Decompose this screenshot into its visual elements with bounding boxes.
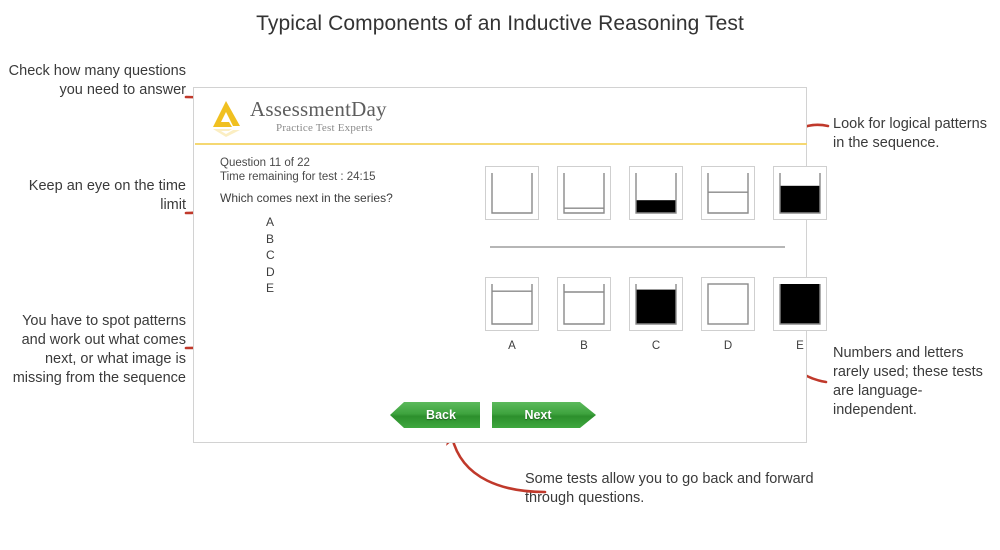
sequence-item	[629, 166, 683, 220]
option-letter[interactable]: A	[266, 214, 275, 231]
time-remaining: Time remaining for test : 24:15	[220, 171, 376, 183]
annotation-logical-patterns: Look for logical patterns in the sequenc…	[833, 116, 987, 151]
option-letter[interactable]: C	[266, 247, 275, 264]
sequence-item	[557, 166, 611, 220]
answer-label-e: E	[796, 340, 804, 352]
answer-label-d: D	[723, 340, 733, 352]
answer-option-c[interactable]: C	[629, 277, 683, 352]
question-meta: Question 11 of 22 Time remaining for tes…	[220, 156, 376, 184]
question-number: Question 11 of 22	[220, 157, 310, 169]
navigation-buttons: Back Next	[390, 402, 596, 428]
header-divider	[195, 143, 807, 145]
annotation-questions-count: Check how many questions you need to ans…	[8, 63, 186, 98]
back-button[interactable]: Back	[390, 402, 480, 428]
option-letter[interactable]: B	[266, 231, 275, 248]
answer-shape-c[interactable]	[629, 277, 683, 331]
section-divider	[490, 246, 785, 248]
answer-option-e[interactable]: E	[773, 277, 827, 352]
brand-tagline: Practice Test Experts	[276, 122, 373, 134]
sequence-item	[773, 166, 827, 220]
answer-label-b: B	[580, 340, 588, 352]
question-prompt: Which comes next in the series?	[220, 191, 393, 205]
page-title: Typical Components of an Inductive Reaso…	[256, 12, 744, 35]
option-letter[interactable]: E	[266, 280, 275, 297]
sequence-shape-3	[629, 166, 683, 220]
sequence-shape-2	[557, 166, 611, 220]
option-letter-list: A B C D E	[266, 214, 275, 297]
option-letter[interactable]: D	[266, 264, 275, 281]
answer-option-d[interactable]: D	[701, 277, 755, 352]
sequence-shape-1	[485, 166, 539, 220]
assessmentday-logo-icon	[213, 101, 240, 137]
answer-shape-d[interactable]	[701, 277, 755, 331]
annotation-spot-patterns: You have to spot patterns and work out w…	[12, 313, 186, 386]
sequence-item	[485, 166, 539, 220]
annotation-time-limit: Keep an eye on the time limit	[28, 178, 186, 213]
test-screen-panel: AssessmentDay Practice Test Experts Ques…	[193, 87, 827, 443]
answer-shape-e[interactable]	[773, 277, 827, 331]
answer-shape-b[interactable]	[557, 277, 611, 331]
sequence-shape-5	[773, 166, 827, 220]
answer-option-b[interactable]: B	[557, 277, 611, 352]
answer-shape-a[interactable]	[485, 277, 539, 331]
annotation-back-forward: Some tests allow you to go back and forw…	[525, 471, 814, 506]
sequence-item	[701, 166, 755, 220]
answers-row: A B C D E	[485, 277, 827, 352]
answer-label-c: C	[651, 340, 661, 352]
sequence-shape-4	[701, 166, 755, 220]
annotation-language-independent: Numbers and letters rarely used; these t…	[833, 345, 983, 418]
brand-text: AssessmentDay Practice Test Experts	[250, 98, 387, 135]
answer-option-a[interactable]: A	[485, 277, 539, 352]
answer-label-a: A	[508, 340, 516, 352]
next-button[interactable]: Next	[492, 402, 596, 428]
sequence-row	[485, 166, 827, 220]
brand-name: AssessmentDay	[250, 97, 387, 121]
